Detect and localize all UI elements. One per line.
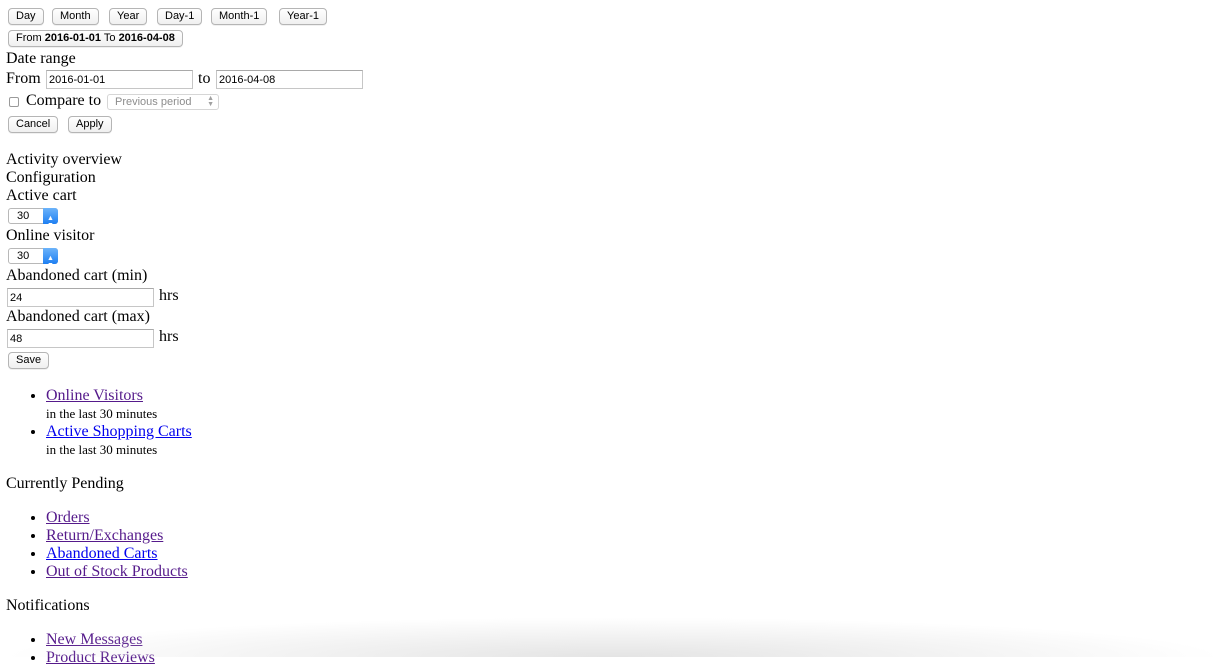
abandoned-min-input[interactable]	[7, 288, 154, 307]
hrs-unit: hrs	[159, 287, 179, 304]
month-button[interactable]: Month	[52, 8, 99, 25]
online-visitor-select[interactable]: 30 ▲ ▼	[8, 248, 58, 269]
list-item: Product Reviews	[46, 649, 155, 667]
currently-pending-title: Currently Pending	[6, 475, 124, 492]
orders-link[interactable]: Orders	[46, 509, 90, 526]
abandoned-max-input[interactable]	[7, 329, 154, 348]
year-button[interactable]: Year	[109, 8, 148, 25]
from-date-input[interactable]	[46, 70, 193, 89]
activity-overview-title: Activity overview	[6, 151, 122, 168]
new-messages-link[interactable]: New Messages	[46, 631, 142, 648]
compare-label: Compare to	[26, 92, 102, 109]
date-range-toggle-button[interactable]: From 2016-01-01 To 2016-04-08	[8, 30, 183, 47]
compare-checkbox[interactable]	[9, 97, 19, 107]
abandoned-min-label: Abandoned cart (min)	[6, 267, 148, 284]
compare-period-select[interactable]: Previous period ▲ ▼	[107, 94, 219, 110]
day-minus-1-button[interactable]: Day-1	[157, 8, 203, 25]
returns-link[interactable]: Return/Exchanges	[46, 527, 163, 544]
from-date: 2016-01-01	[44, 32, 102, 44]
configuration-title: Configuration	[6, 169, 96, 186]
apply-button[interactable]: Apply	[68, 116, 112, 133]
from-label: From	[6, 70, 41, 87]
active-cart-value: 30	[17, 210, 30, 222]
to-label: to	[198, 70, 211, 87]
pending-list: Orders Return/Exchanges Abandoned Carts …	[6, 509, 188, 581]
list-item: Out of Stock Products	[46, 563, 188, 581]
date-range-title: Date range	[6, 50, 76, 67]
hrs-unit: hrs	[159, 328, 179, 345]
to-date: 2016-04-08	[118, 32, 175, 44]
list-item: Online Visitors in the last 30 minutes	[46, 387, 192, 423]
bottom-shadow	[0, 617, 1227, 657]
to-word: To	[103, 32, 116, 44]
notifications-list: New Messages Product Reviews	[6, 631, 155, 667]
online-visitors-link[interactable]: Online Visitors	[46, 387, 143, 404]
year-minus-1-button[interactable]: Year-1	[279, 8, 328, 25]
out-of-stock-link[interactable]: Out of Stock Products	[46, 563, 188, 580]
active-carts-subtitle: in the last 30 minutes	[46, 442, 158, 457]
list-item: Orders	[46, 509, 188, 527]
online-visitor-value: 30	[17, 250, 30, 262]
active-cart-label: Active cart	[6, 187, 77, 204]
online-visitors-subtitle: in the last 30 minutes	[46, 406, 158, 421]
active-shopping-carts-link[interactable]: Active Shopping Carts	[46, 423, 192, 440]
abandoned-carts-link[interactable]: Abandoned Carts	[46, 545, 158, 562]
list-item: Active Shopping Carts in the last 30 min…	[46, 423, 192, 459]
product-reviews-link[interactable]: Product Reviews	[46, 649, 155, 666]
live-stats-list: Online Visitors in the last 30 minutes A…	[6, 387, 192, 459]
to-date-input[interactable]	[216, 70, 363, 89]
compare-period-value: Previous period	[115, 96, 192, 108]
day-button[interactable]: Day	[8, 8, 44, 25]
updown-arrows-icon: ▲ ▼	[207, 95, 214, 108]
list-item: Return/Exchanges	[46, 527, 188, 545]
updown-arrows-icon: ▲ ▼	[43, 208, 58, 229]
updown-arrows-icon: ▲ ▼	[43, 248, 58, 269]
active-cart-select[interactable]: 30 ▲ ▼	[8, 208, 58, 229]
list-item: New Messages	[46, 631, 155, 649]
month-minus-1-button[interactable]: Month-1	[211, 8, 268, 25]
list-item: Abandoned Carts	[46, 545, 188, 563]
cancel-button[interactable]: Cancel	[8, 116, 59, 133]
from-word: From	[16, 32, 42, 44]
notifications-title: Notifications	[6, 597, 90, 614]
online-visitor-label: Online visitor	[6, 227, 95, 244]
save-button[interactable]: Save	[8, 352, 50, 369]
abandoned-max-label: Abandoned cart (max)	[6, 308, 150, 325]
